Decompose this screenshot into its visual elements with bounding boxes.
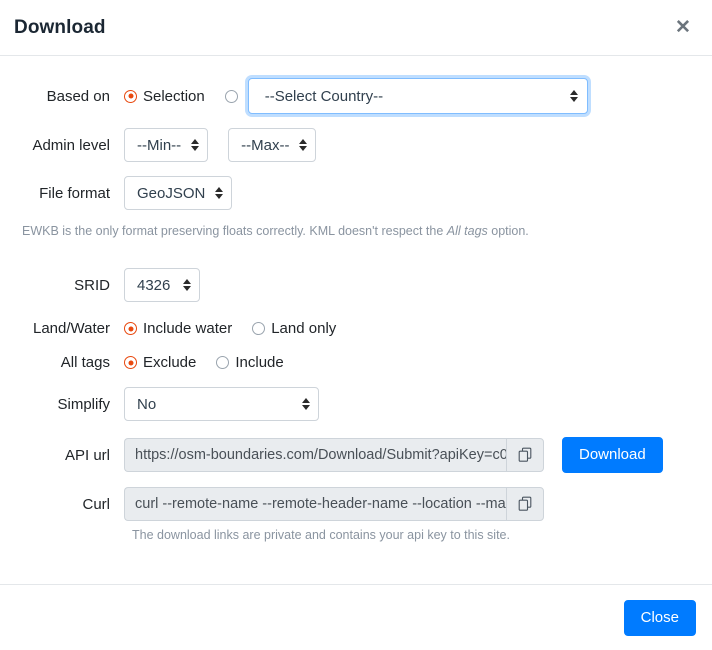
api-url-field[interactable]: https://osm-boundaries.com/Download/Subm… (124, 438, 506, 472)
row-land-water: Land/Water Include water Land only (0, 320, 712, 337)
radio-based-on-country[interactable] (224, 89, 238, 103)
label-simplify: Simplify (57, 395, 110, 413)
radio-tags-include-indicator (216, 356, 230, 369)
simplify-value: No (137, 395, 157, 413)
admin-level-min-value: --Min-- (137, 136, 182, 154)
label-land-water: Land/Water (33, 320, 110, 337)
label-api-url: API url (64, 446, 110, 464)
label-srid: SRID (74, 276, 110, 294)
close-icon[interactable]: ✕ (670, 15, 696, 41)
admin-level-max-select[interactable]: --Max-- (228, 128, 317, 162)
radio-land-only-label: Land only (271, 320, 337, 337)
row-format-hint: EWKB is the only format preserving float… (0, 224, 712, 238)
radio-land-only[interactable]: Land only (252, 320, 336, 337)
row-srid: SRID 4326 (0, 268, 712, 302)
row-based-on: Based on Selection --Select Country-- (0, 78, 712, 114)
copy-icon[interactable] (506, 438, 544, 472)
radio-tags-exclude-indicator (124, 356, 137, 369)
label-based-on: Based on (46, 87, 110, 105)
copy-icon-glyph (518, 496, 531, 511)
modal-body: Based on Selection --Select Country-- Ad… (0, 56, 712, 584)
radio-selection-label: Selection (143, 87, 205, 105)
chevron-updown-icon (182, 278, 191, 292)
row-admin-level: Admin level --Min-- --Max-- (0, 128, 712, 162)
label-file-format: File format (39, 184, 110, 202)
label-admin-level: Admin level (32, 136, 110, 154)
country-select[interactable]: --Select Country-- (247, 78, 588, 114)
row-curl: Curl curl --remote-name --remote-header-… (0, 487, 712, 521)
radio-include-water[interactable]: Include water (124, 320, 232, 337)
all-tags-radio-group: Exclude Include (124, 354, 284, 371)
modal-header: Download ✕ (0, 0, 712, 56)
simplify-select[interactable]: No (124, 387, 319, 421)
api-url-input-group: https://osm-boundaries.com/Download/Subm… (124, 438, 544, 472)
copy-icon[interactable] (506, 487, 544, 521)
curl-field[interactable]: curl --remote-name --remote-header-name … (124, 487, 506, 521)
radio-include-water-label: Include water (143, 320, 233, 337)
copy-icon-glyph (518, 447, 531, 462)
srid-value: 4326 (137, 276, 171, 294)
land-water-radio-group: Include water Land only (124, 320, 336, 337)
radio-land-only-indicator (252, 322, 266, 335)
radio-tags-exclude-label: Exclude (143, 354, 197, 371)
label-curl: Curl (82, 495, 110, 513)
radio-selection-indicator (124, 89, 137, 103)
format-hint-text: EWKB is the only format preserving float… (14, 224, 698, 238)
row-privacy-note: The download links are private and conta… (0, 528, 712, 542)
based-on-radio-group: Selection (124, 88, 238, 105)
modal-footer: Close (0, 584, 712, 650)
chevron-updown-icon (298, 138, 307, 152)
file-format-value: GeoJSON (137, 184, 206, 202)
radio-based-on-selection[interactable]: Selection (124, 88, 205, 105)
radio-tags-exclude[interactable]: Exclude (124, 354, 196, 371)
admin-level-max-value: --Max-- (241, 136, 290, 154)
radio-include-water-indicator (124, 322, 137, 335)
chevron-updown-icon (570, 89, 579, 103)
chevron-updown-icon (214, 186, 223, 200)
radio-country-indicator (224, 89, 238, 103)
admin-level-min-select[interactable]: --Min-- (124, 128, 209, 162)
chevron-updown-icon (301, 397, 310, 411)
row-file-format: File format GeoJSON (0, 176, 712, 210)
format-hint-after: option. (487, 224, 529, 238)
file-format-select[interactable]: GeoJSON (124, 176, 233, 210)
format-hint-before: EWKB is the only format preserving float… (22, 224, 447, 238)
format-hint-emphasis: All tags (446, 224, 488, 238)
close-button[interactable]: Close (623, 599, 696, 636)
privacy-note: The download links are private and conta… (132, 528, 510, 542)
radio-tags-include-label: Include (235, 354, 284, 371)
row-simplify: Simplify No (0, 387, 712, 421)
row-all-tags: All tags Exclude Include (0, 354, 712, 371)
label-all-tags: All tags (60, 354, 110, 371)
srid-select[interactable]: 4326 (124, 268, 200, 302)
chevron-updown-icon (190, 138, 199, 152)
radio-tags-include[interactable]: Include (216, 354, 284, 371)
download-modal: Download ✕ Based on Selection --Select C… (0, 0, 712, 650)
curl-input-group: curl --remote-name --remote-header-name … (124, 487, 544, 521)
download-button[interactable]: Download (562, 437, 663, 473)
row-api-url: API url https://osm-boundaries.com/Downl… (0, 437, 712, 473)
country-select-value: --Select Country-- (264, 87, 384, 105)
page-title: Download (14, 16, 106, 38)
